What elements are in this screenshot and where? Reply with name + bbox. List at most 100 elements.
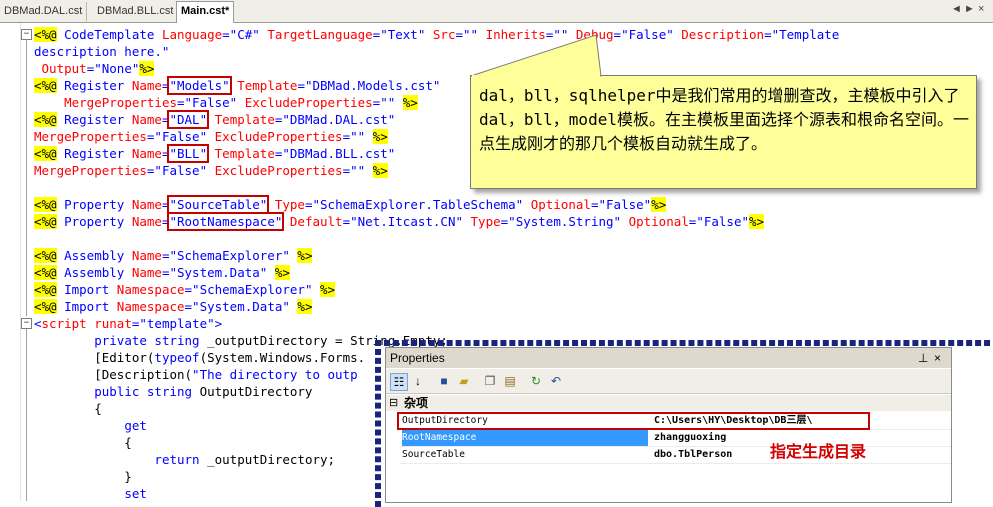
code-token: %> xyxy=(402,95,418,110)
code-token: Template xyxy=(207,146,275,161)
code-line: <script runat="template"> xyxy=(34,315,222,332)
code-token: { xyxy=(34,435,132,450)
code-line: <%@ Property Name="RootNamespace" Defaul… xyxy=(34,212,765,231)
property-row-sourcetable[interactable]: SourceTable dbo.TblPerson xyxy=(400,447,951,464)
property-row-rootnamespace[interactable]: RootNamespace zhangguoxing xyxy=(400,430,951,447)
code-token: <%@ xyxy=(34,299,57,314)
code-line: [Description("The directory to outp xyxy=(34,366,357,383)
code-token: %> xyxy=(320,282,336,297)
categorized-icon[interactable]: ☷ xyxy=(390,373,408,391)
code-token: %> xyxy=(297,299,313,314)
tab-dbmad-dal[interactable]: DBMad.DAL.cst xyxy=(0,2,88,21)
highlighted-name-token: "SourceTable" xyxy=(167,195,270,214)
code-line: set xyxy=(34,485,147,502)
fold-toggle-icon[interactable]: − xyxy=(21,29,32,40)
copy-icon[interactable]: ❐ xyxy=(482,373,498,389)
tab-scroll-left-icon[interactable]: ◄ xyxy=(951,3,962,15)
category-row[interactable]: ⊟ 杂项 xyxy=(386,395,951,411)
property-value[interactable]: zhangguoxing xyxy=(654,430,726,446)
property-value[interactable]: dbo.TblPerson xyxy=(654,447,732,463)
code-token: <%@ xyxy=(34,146,57,161)
callout-note: dal，bll，sqlhelper中是我们常用的增删查改，主模板中引入了dal，… xyxy=(470,34,977,189)
editor-margin xyxy=(0,23,21,501)
code-token: ="False" xyxy=(590,197,652,212)
code-token: ="template"> xyxy=(131,316,223,331)
tab-scroll-right-icon[interactable]: ► xyxy=(964,3,975,15)
code-token: Template xyxy=(229,78,298,93)
code-token: ="C#" xyxy=(222,27,268,42)
code-token: ="Text" xyxy=(372,27,433,42)
collapse-icon[interactable]: ⊟ xyxy=(389,395,398,411)
code-line: <%@ Import Namespace="SchemaExplorer" %> xyxy=(34,281,336,298)
code-token: return xyxy=(154,452,208,467)
code-token: ExcludeProperties xyxy=(244,95,373,110)
code-token: %> xyxy=(274,265,290,280)
undo-icon[interactable]: ↶ xyxy=(548,373,564,389)
code-token: %> xyxy=(139,61,155,76)
dashed-frame-left xyxy=(375,340,381,507)
code-line: <%@ Property Name="SourceTable" Type="Sc… xyxy=(34,195,667,214)
code-token: MergeProperties xyxy=(34,129,147,144)
save-icon[interactable]: ■ xyxy=(436,373,452,389)
code-token: MergeProperties xyxy=(64,95,177,110)
code-line: <%@ Register Name="DAL" Template="DBMad.… xyxy=(34,110,395,129)
code-token: Assembly xyxy=(56,265,132,280)
close-icon[interactable]: × xyxy=(934,348,941,368)
tab-close-icon[interactable]: × xyxy=(978,3,984,15)
code-token: Register xyxy=(56,78,132,93)
code-token: MergeProperties xyxy=(34,163,147,178)
properties-toolbar: ☷ ↓ ■ ▰ ❐ ▤ ↻ ↶ xyxy=(386,369,951,394)
outputdirectory-highlight-box xyxy=(397,412,870,430)
code-token: Register xyxy=(56,112,132,127)
code-token: ="DBMad.BLL.cst" xyxy=(274,146,396,161)
code-line: description here." xyxy=(34,43,169,60)
code-token: set xyxy=(124,486,147,501)
refresh-icon[interactable]: ↻ xyxy=(528,373,544,389)
code-token: ="Template xyxy=(764,27,840,42)
code-token: Src xyxy=(432,27,456,42)
code-token: Name xyxy=(131,214,162,229)
code-line: <%@ Assembly Name="System.Data" %> xyxy=(34,264,290,281)
code-token: <%@ xyxy=(34,282,57,297)
code-token: ="Net.Itcast.CN" xyxy=(342,214,471,229)
annotation-label: 指定生成目录 xyxy=(770,442,867,461)
code-token: } xyxy=(34,469,132,484)
code-token: Property xyxy=(56,214,132,229)
highlighted-name-token: "BLL" xyxy=(167,144,210,163)
code-token: Name xyxy=(131,78,162,93)
property-name: RootNamespace xyxy=(402,430,648,446)
highlighted-name-token: "RootNamespace" xyxy=(167,212,285,231)
fold-toggle-icon[interactable]: − xyxy=(21,318,32,329)
code-token: <%@ xyxy=(34,197,57,212)
tab-main[interactable]: Main.cst* xyxy=(176,1,235,23)
properties-title: Properties xyxy=(390,351,445,365)
code-token: { xyxy=(34,401,102,416)
callout-text: dal，bll，sqlhelper中是我们常用的增删查改，主模板中引入了dal，… xyxy=(479,86,969,153)
callout-pointer xyxy=(470,34,602,77)
code-token: Name xyxy=(131,146,162,161)
open-icon[interactable]: ▰ xyxy=(456,373,472,389)
code-token: [Editor( xyxy=(34,350,155,365)
code-token: Type xyxy=(267,197,305,212)
code-token: Import xyxy=(56,282,117,297)
code-token: ="False" xyxy=(146,163,215,178)
paste-icon[interactable]: ▤ xyxy=(502,373,518,389)
pin-icon[interactable]: ⊥ xyxy=(918,348,928,368)
category-label: 杂项 xyxy=(404,396,429,410)
code-token: <%@ xyxy=(34,214,57,229)
code-token: OutputDirectory xyxy=(199,384,313,399)
code-token: (System.Windows.Forms. xyxy=(199,350,366,365)
code-token: Assembly xyxy=(56,248,132,263)
code-line: <%@ Register Name="BLL" Template="DBMad.… xyxy=(34,144,396,163)
code-line: public string OutputDirectory xyxy=(34,383,312,400)
alphabetical-icon[interactable]: ↓ xyxy=(410,373,426,389)
code-token: < xyxy=(34,316,42,331)
code-token: Name xyxy=(131,265,162,280)
code-line: MergeProperties="False" ExcludePropertie… xyxy=(34,94,418,111)
code-token: Name xyxy=(131,112,162,127)
tab-dbmad-bll[interactable]: DBMad.BLL.cst xyxy=(93,2,179,21)
